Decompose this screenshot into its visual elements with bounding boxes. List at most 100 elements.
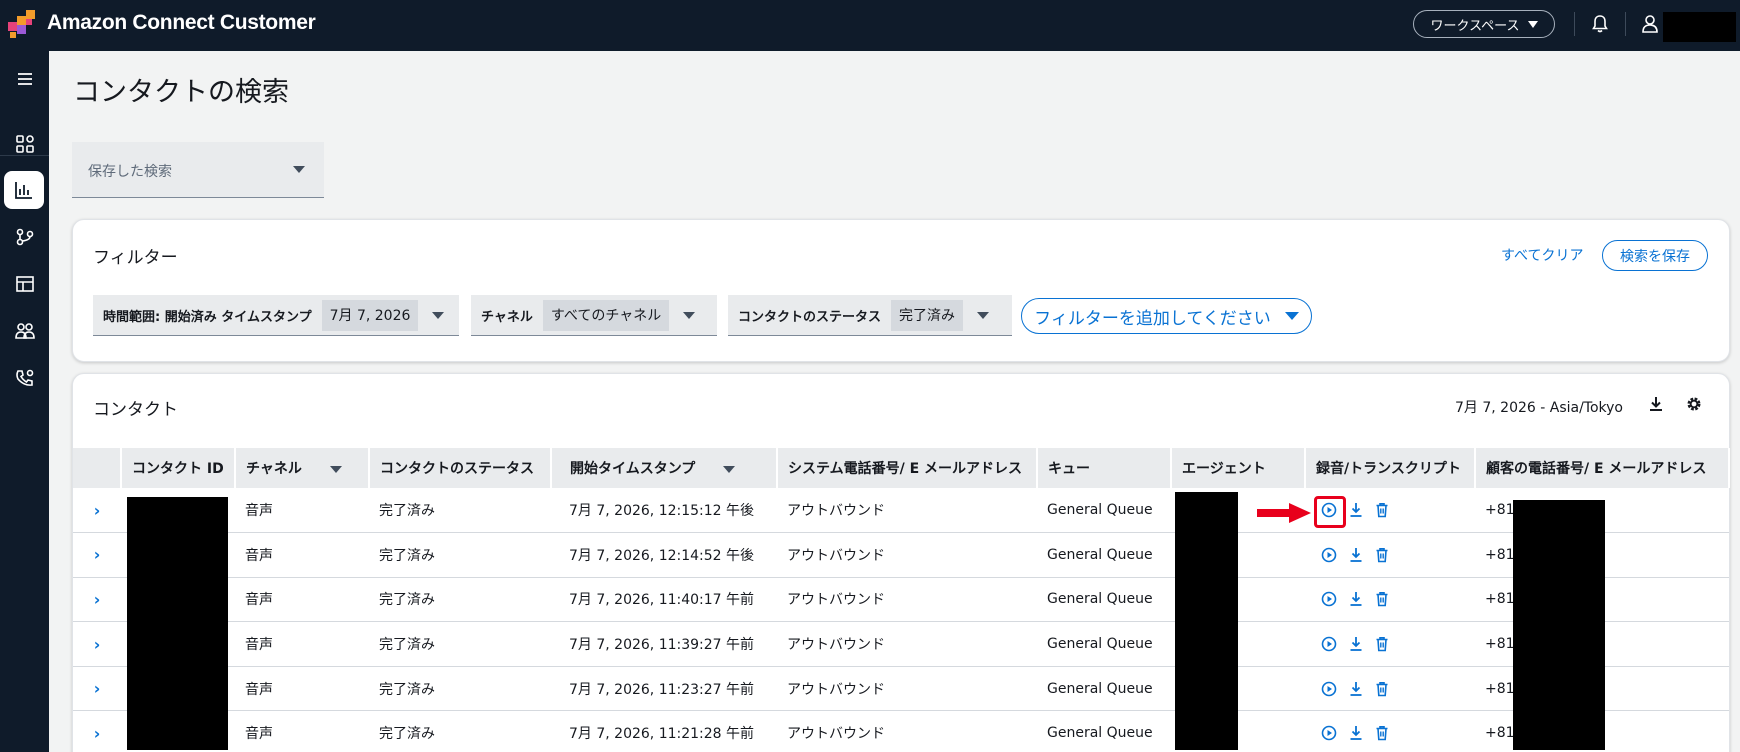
- filter-chip-label: チャネル: [481, 309, 533, 325]
- clear-all-link[interactable]: すべてクリア: [1501, 245, 1583, 265]
- channel-cell: 音声: [235, 488, 369, 534]
- bell-icon[interactable]: [1591, 14, 1609, 34]
- expand-row-icon[interactable]: ›: [73, 710, 121, 752]
- queue-cell: General Queue: [1037, 666, 1171, 712]
- status-cell: 完了済み: [369, 710, 551, 752]
- download-icon[interactable]: [1349, 725, 1363, 741]
- play-icon[interactable]: [1321, 547, 1337, 563]
- system-number-cell: アウトバウンド: [777, 621, 1037, 667]
- dashboard-icon[interactable]: [9, 128, 41, 160]
- download-icon[interactable]: [1349, 636, 1363, 652]
- channel-cell: 音声: [235, 621, 369, 667]
- expand-row-icon[interactable]: ›: [73, 532, 121, 578]
- app-title: Amazon Connect Customer: [47, 11, 316, 34]
- column-header-agent[interactable]: エージェント: [1171, 448, 1306, 488]
- routing-icon[interactable]: [9, 221, 41, 253]
- system-number-cell: アウトバウンド: [777, 532, 1037, 578]
- delete-icon[interactable]: [1375, 725, 1389, 741]
- caret-down-icon: [1527, 20, 1538, 28]
- start-timestamp-cell: 7月 7, 2026, 11:21:28 午前: [551, 710, 777, 752]
- status-cell: 完了済み: [369, 532, 551, 578]
- expand-row-icon[interactable]: ›: [73, 577, 121, 623]
- filter-chip-label: 時間範囲: 開始済み タイムスタンプ: [103, 309, 312, 325]
- start-timestamp-cell: 7月 7, 2026, 12:14:52 午後: [551, 532, 777, 578]
- table-row[interactable]: › 音声 完了済み 7月 7, 2026, 12:14:52 午後 アウトバウン…: [73, 532, 1729, 578]
- saved-search-dropdown[interactable]: 保存した検索: [72, 142, 324, 198]
- divider: [1574, 12, 1575, 36]
- column-header-label: チャネル: [246, 461, 302, 477]
- caret-down-icon[interactable]: [329, 465, 342, 473]
- redacted-username: [1663, 12, 1736, 42]
- table-row[interactable]: › 音声 完了済み 7月 7, 2026, 11:40:17 午前 アウトバウン…: [73, 577, 1729, 623]
- queue-cell: General Queue: [1037, 621, 1171, 667]
- table-row[interactable]: › 音声 完了済み 7月 7, 2026, 11:39:27 午前 アウトバウン…: [73, 621, 1729, 667]
- recording-cell: [1305, 532, 1475, 578]
- delete-icon[interactable]: [1375, 547, 1389, 563]
- filter-chip-label: コンタクトのステータス: [738, 309, 882, 325]
- delete-icon[interactable]: [1375, 591, 1389, 607]
- divider: [1625, 12, 1626, 36]
- page-title: コンタクトの検索: [73, 77, 289, 108]
- analytics-icon[interactable]: [4, 171, 44, 209]
- delete-icon[interactable]: [1375, 636, 1389, 652]
- delete-icon[interactable]: [1375, 681, 1389, 697]
- channel-cell: 音声: [235, 710, 369, 752]
- queue-cell: General Queue: [1037, 577, 1171, 623]
- download-icon[interactable]: [1349, 681, 1363, 697]
- download-icon[interactable]: [1648, 396, 1664, 412]
- table-row[interactable]: › 音声 完了済み 7月 7, 2026, 12:15:12 午後 アウトバウン…: [73, 488, 1729, 534]
- highlight-annotation-box: [1314, 496, 1346, 528]
- user-icon[interactable]: [1641, 14, 1659, 34]
- amazon-connect-logo-icon: [8, 10, 35, 38]
- table-row[interactable]: › 音声 完了済み 7月 7, 2026, 11:23:27 午前 アウトバウン…: [73, 666, 1729, 712]
- phone-settings-icon[interactable]: [9, 362, 41, 394]
- add-filter-button[interactable]: フィルターを追加してください: [1021, 298, 1312, 334]
- play-icon[interactable]: [1321, 725, 1337, 741]
- save-search-button[interactable]: 検索を保存: [1602, 240, 1708, 271]
- column-header-queue[interactable]: キュー: [1037, 448, 1172, 488]
- column-header-recording[interactable]: 録音/トランスクリプト: [1305, 448, 1476, 488]
- caret-down-icon: [683, 311, 696, 319]
- system-number-cell: アウトバウンド: [777, 577, 1037, 623]
- system-number-cell: アウトバウンド: [777, 666, 1037, 712]
- delete-icon[interactable]: [1375, 502, 1389, 518]
- filter-chip-time-range[interactable]: 時間範囲: 開始済み タイムスタンプ 7月 7, 2026: [93, 295, 459, 336]
- table-icon[interactable]: [9, 268, 41, 300]
- start-timestamp-cell: 7月 7, 2026, 11:40:17 午前: [551, 577, 777, 623]
- top-navigation-bar: Amazon Connect Customer ワークスペース: [0, 0, 1740, 51]
- column-header-status[interactable]: コンタクトのステータス: [369, 448, 552, 488]
- add-filter-label: フィルターを追加してください: [1034, 308, 1271, 329]
- filter-chip-value: すべてのチャネル: [542, 299, 670, 331]
- side-navigation: [0, 51, 49, 752]
- download-icon[interactable]: [1349, 547, 1363, 563]
- menu-icon[interactable]: [9, 63, 41, 95]
- play-icon[interactable]: [1321, 636, 1337, 652]
- workspace-dropdown-button[interactable]: ワークスペース: [1413, 10, 1555, 38]
- expand-row-icon[interactable]: ›: [73, 621, 121, 667]
- column-header-system-number[interactable]: システム電話番号/ E メールアドレス: [777, 448, 1038, 488]
- expand-row-icon[interactable]: ›: [73, 488, 121, 534]
- column-header-channel[interactable]: チャネル: [235, 448, 370, 488]
- users-icon[interactable]: [9, 315, 41, 347]
- contacts-title: コンタクト: [93, 400, 178, 420]
- queue-cell: General Queue: [1037, 532, 1171, 578]
- sort-descending-icon[interactable]: [723, 465, 736, 473]
- column-header-customer-number[interactable]: 顧客の電話番号/ E メールアドレス: [1475, 448, 1730, 488]
- status-cell: 完了済み: [369, 577, 551, 623]
- channel-cell: 音声: [235, 577, 369, 623]
- table-row[interactable]: › 音声 完了済み 7月 7, 2026, 11:21:28 午前 アウトバウン…: [73, 710, 1729, 752]
- filter-chip-channel[interactable]: チャネル すべてのチャネル: [471, 295, 717, 336]
- play-icon[interactable]: [1321, 681, 1337, 697]
- recording-cell: [1305, 710, 1475, 752]
- column-header-start-timestamp[interactable]: 開始タイムスタンプ: [551, 448, 778, 488]
- download-icon[interactable]: [1349, 502, 1363, 518]
- column-header-contact-id[interactable]: コンタクト ID: [121, 448, 236, 488]
- redacted-customer-numbers: [1513, 500, 1605, 750]
- play-icon[interactable]: [1321, 591, 1337, 607]
- gear-icon[interactable]: [1686, 396, 1702, 412]
- status-cell: 完了済み: [369, 666, 551, 712]
- expand-row-icon[interactable]: ›: [73, 666, 121, 712]
- download-icon[interactable]: [1349, 591, 1363, 607]
- red-arrow-annotation-icon: [1257, 503, 1311, 523]
- filter-chip-contact-status[interactable]: コンタクトのステータス 完了済み: [728, 295, 1012, 336]
